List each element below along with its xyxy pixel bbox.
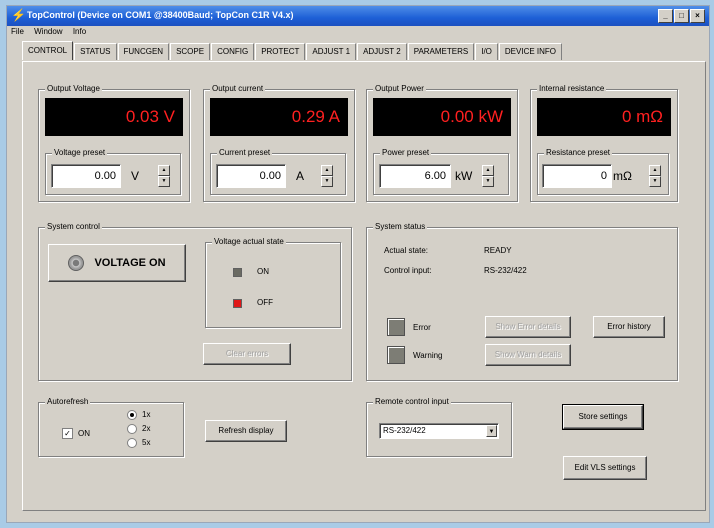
spin-up-icon[interactable]: ▲ [649, 165, 661, 176]
tab-io[interactable]: I/O [475, 43, 498, 60]
spin-down-icon[interactable]: ▼ [482, 176, 494, 187]
autorefresh-2x-radio[interactable] [127, 424, 137, 434]
warning-led-icon [387, 346, 405, 364]
voltage-actual-state-group: Voltage actual state [205, 237, 341, 328]
spin-down-icon[interactable]: ▼ [321, 176, 333, 187]
voltage-on-label: VOLTAGE ON [94, 257, 166, 269]
remote-control-select[interactable]: RS-232/422 ▼ [379, 423, 499, 439]
refresh-display-button[interactable]: Refresh display [205, 420, 287, 442]
autorefresh-group: Autorefresh [38, 397, 184, 457]
title-bar: ⚡ TopControl (Device on COM1 @38400Baud;… [7, 6, 709, 26]
edit-vls-settings-button[interactable]: Edit VLS settings [563, 456, 647, 480]
tab-parameters[interactable]: PARAMETERS [407, 43, 475, 60]
tab-bar: CONTROL STATUS FUNCGEN SCOPE CONFIG PROT… [22, 41, 563, 61]
spin-down-icon[interactable]: ▼ [158, 176, 170, 187]
tab-protect[interactable]: PROTECT [255, 43, 306, 60]
autorefresh-2x-label: 2x [142, 424, 151, 433]
autorefresh-label: Autorefresh [45, 397, 91, 406]
tab-config[interactable]: CONFIG [211, 43, 255, 60]
resistance-preset-label: Resistance preset [544, 148, 613, 157]
current-preset-label: Current preset [217, 148, 273, 157]
store-settings-button[interactable]: Store settings [562, 404, 644, 430]
current-unit: A [296, 169, 305, 183]
off-state-led-icon [233, 299, 242, 308]
spin-up-icon[interactable]: ▲ [482, 165, 494, 176]
warning-label: Warning [413, 351, 443, 360]
minimize-button[interactable]: _ [658, 9, 673, 23]
power-icon [68, 255, 85, 271]
voltage-preset-spinner[interactable]: ▲ ▼ [158, 165, 170, 187]
lightning-app-icon: ⚡ [11, 8, 26, 22]
autorefresh-5x-label: 5x [142, 438, 151, 447]
tab-adjust-1[interactable]: ADJUST 1 [306, 43, 357, 60]
autorefresh-on-label: ON [78, 429, 90, 438]
error-led-icon [387, 318, 405, 336]
show-warning-details-button[interactable]: Show Warn details [485, 344, 571, 366]
output-current-label: Output current [210, 84, 266, 93]
power-preset-input[interactable]: 6.00 [379, 164, 451, 188]
spin-up-icon[interactable]: ▲ [321, 165, 333, 176]
clear-errors-button[interactable]: Clear errors [203, 343, 291, 365]
menu-bar: File Window Info [7, 26, 709, 40]
autorefresh-1x-label: 1x [142, 410, 151, 419]
error-label: Error [413, 323, 431, 332]
remote-control-label: Remote control input [373, 397, 451, 406]
remote-control-value: RS-232/422 [383, 426, 426, 435]
menu-file[interactable]: File [7, 26, 28, 37]
output-power-display: 0.00 kW [373, 98, 511, 136]
current-preset-input[interactable]: 0.00 [216, 164, 286, 188]
autorefresh-on-checkbox[interactable]: ✓ [62, 428, 73, 439]
error-history-button[interactable]: Error history [593, 316, 665, 338]
spin-down-icon[interactable]: ▼ [649, 176, 661, 187]
system-control-label: System control [45, 222, 102, 231]
power-preset-spinner[interactable]: ▲ ▼ [482, 165, 494, 187]
power-unit: kW [455, 169, 473, 183]
autorefresh-5x-radio[interactable] [127, 438, 137, 448]
control-input-label: Control input: [384, 266, 432, 275]
resistance-preset-spinner[interactable]: ▲ ▼ [649, 165, 661, 187]
resistance-preset-input[interactable]: 0 [542, 164, 612, 188]
tab-adjust-2[interactable]: ADJUST 2 [357, 43, 407, 60]
control-input-value: RS-232/422 [484, 266, 527, 275]
system-status-label: System status [373, 222, 428, 231]
tab-device-info[interactable]: DEVICE INFO [498, 43, 563, 60]
internal-resistance-label: Internal resistance [537, 84, 607, 93]
autorefresh-1x-radio[interactable] [127, 410, 137, 420]
voltage-unit: V [131, 169, 140, 183]
dropdown-arrow-icon[interactable]: ▼ [486, 425, 497, 437]
close-button[interactable]: × [690, 9, 705, 23]
resistance-unit: mΩ [613, 169, 632, 183]
spin-up-icon[interactable]: ▲ [158, 165, 170, 176]
tab-status[interactable]: STATUS [74, 43, 117, 60]
actual-state-value: READY [484, 246, 512, 255]
power-preset-label: Power preset [380, 148, 432, 157]
maximize-button[interactable]: □ [674, 9, 689, 23]
tab-scope[interactable]: SCOPE [170, 43, 211, 60]
off-state-label: OFF [257, 298, 273, 307]
output-voltage-label: Output Voltage [45, 84, 102, 93]
internal-resistance-display: 0 mΩ [537, 98, 671, 136]
actual-state-label: Actual state: [384, 246, 429, 255]
output-voltage-display: 0.03 V [45, 98, 183, 136]
voltage-actual-state-label: Voltage actual state [212, 237, 286, 246]
output-power-label: Output Power [373, 84, 426, 93]
tab-control[interactable]: CONTROL [22, 41, 74, 60]
on-state-label: ON [257, 267, 269, 276]
window-title: TopControl (Device on COM1 @38400Baud; T… [27, 10, 294, 20]
menu-window[interactable]: Window [30, 26, 66, 37]
current-preset-spinner[interactable]: ▲ ▼ [321, 165, 333, 187]
show-error-details-button[interactable]: Show Error details [485, 316, 571, 338]
voltage-on-button[interactable]: VOLTAGE ON [48, 244, 186, 282]
voltage-preset-label: Voltage preset [52, 148, 108, 157]
voltage-preset-input[interactable]: 0.00 [51, 164, 121, 188]
on-state-led-icon [233, 268, 242, 277]
tab-funcgen[interactable]: FUNCGEN [117, 43, 170, 60]
output-current-display: 0.29 A [210, 98, 348, 136]
menu-info[interactable]: Info [69, 26, 90, 37]
